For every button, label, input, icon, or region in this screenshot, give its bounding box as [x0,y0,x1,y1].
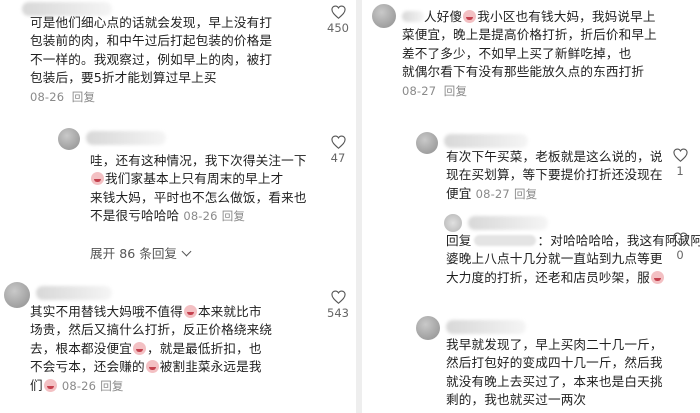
username-blurred [444,134,528,148]
username-blurred [446,320,526,334]
comment-text: 哇，还有这种情况，我下次得关注一下 我们家基本上只有周末的早上才 来钱大妈，平时… [90,153,307,224]
emoji-icon [132,341,146,355]
comment-text: 人好傻 我小区也有钱大妈，我妈说早上 菜便宜，晚上是提高价格打折，折后价和早上 差… [402,9,657,98]
reply-link[interactable]: 回复 [100,379,123,393]
like-button[interactable]: 47 [318,135,358,165]
avatar [444,214,462,232]
comment-date: 08-26 [30,89,65,104]
avatar [372,4,396,28]
comment-date: 08-26 [183,209,218,224]
reply-link[interactable]: 回复 [444,84,467,98]
like-button[interactable]: 1 [660,148,700,178]
heart-icon [330,5,346,19]
heart-icon [672,232,688,246]
like-button[interactable]: 0 [660,232,700,262]
comment-text: 可是他们细心点的话就会发现，早上没有打 包装前的肉，和中午过后打起包装的价格是 … [30,15,273,104]
heart-icon [330,135,346,149]
like-button[interactable]: 543 [318,290,358,320]
username-blurred [36,286,112,300]
emoji-icon [91,172,104,186]
like-count: 1 [676,164,684,178]
comment-text: 其实不用替钱大妈哦不值得 本来就比市 场贵，然后又搞什么打折，反正价格绕来绕 去，… [30,304,273,393]
emoji-icon [183,305,197,318]
comment-date: 08-27 [402,83,437,98]
like-count: 0 [676,248,684,262]
reply-link[interactable]: 回复 [222,209,245,223]
avatar [58,128,80,150]
emoji-icon [43,378,57,392]
emoji-icon [463,10,477,23]
expand-replies-link[interactable]: 展开 86 条回复 [90,243,192,262]
username-blurred [468,216,548,230]
reply-target-blurred [473,235,536,246]
comment-date: 08-26 [61,378,97,393]
avatar [416,132,438,154]
comment-date: 08-27 [475,186,510,201]
username-blurred [402,11,424,22]
like-count: 543 [327,306,349,320]
reply-link[interactable]: 回复 [514,187,537,201]
panel-divider [356,0,362,413]
emoji-icon [650,270,664,284]
comment-text: 我早就发现了，早上买肉二十几一斤， 然后打包好的变成四十几一斤，然后我 就没有晚… [446,337,663,408]
avatar [4,282,30,308]
heart-icon [330,290,346,304]
emoji-icon [145,360,159,374]
chevron-down-icon [181,246,192,257]
heart-icon [672,148,688,162]
avatar [416,316,440,340]
like-count: 47 [330,151,346,165]
username-blurred [86,131,166,145]
like-button[interactable]: 450 [318,5,358,35]
like-count: 450 [327,21,349,35]
reply-link[interactable]: 回复 [72,90,95,104]
comment-text: 有次下午买菜，老板就是这么说的，说 现在买划算，等下要提价打折还没现在 便宜 0… [446,149,663,201]
